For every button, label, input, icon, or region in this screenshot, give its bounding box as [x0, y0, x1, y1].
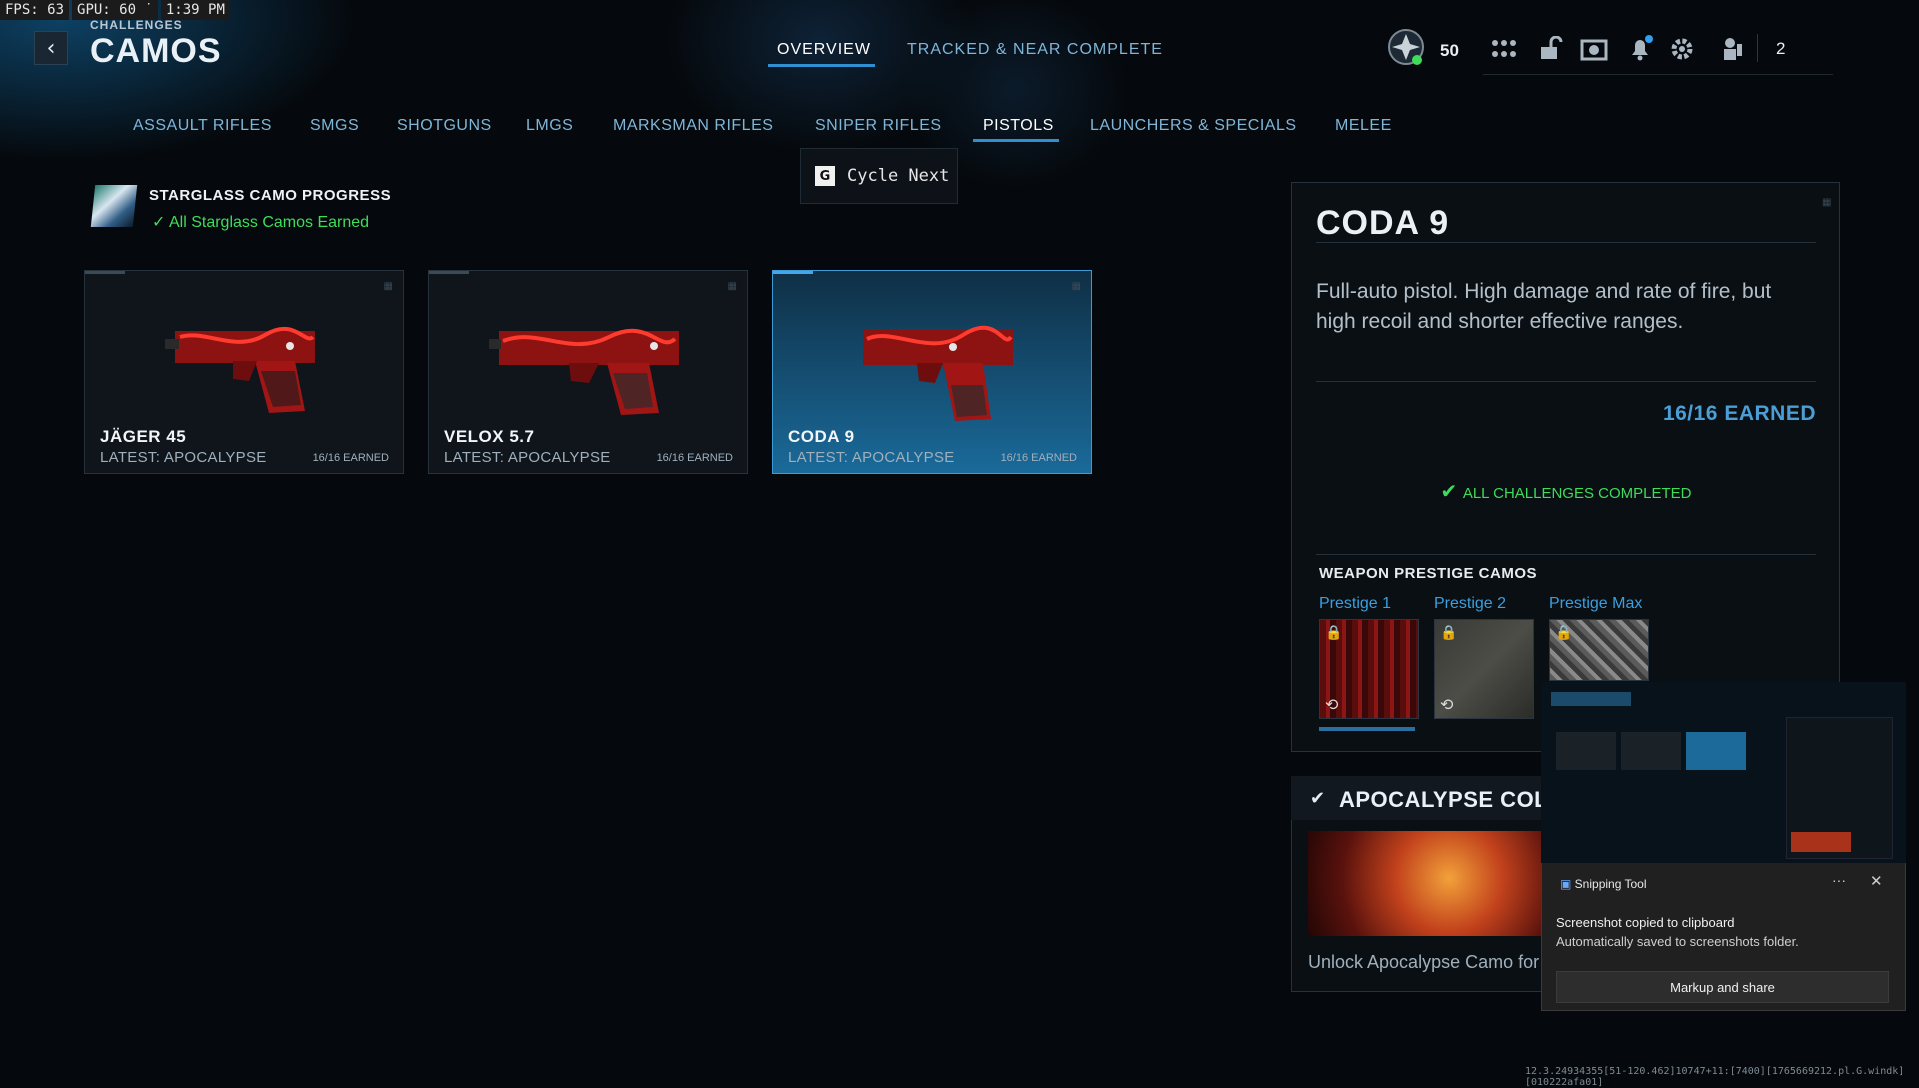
cycle-next-label: Cycle Next: [847, 166, 950, 186]
weapon-earned: 16/16 EARNED: [312, 452, 389, 464]
header-divider: [1757, 34, 1758, 62]
camera-icon[interactable]: [1580, 36, 1608, 62]
markup-and-share-button[interactable]: Markup and share: [1556, 971, 1889, 1003]
category-melee[interactable]: MELEE: [1335, 117, 1392, 135]
weapon-earned: 16/16 EARNED: [1000, 452, 1077, 464]
category-shotguns[interactable]: SHOTGUNS: [397, 117, 492, 135]
prestige-2-label: Prestige 2: [1434, 595, 1507, 612]
tab-overview[interactable]: OVERVIEW: [777, 41, 871, 59]
thumb-card: [1686, 732, 1746, 770]
keyboard-g-icon: G: [815, 166, 835, 186]
weapon-card-coda-9[interactable]: ▦ CODA 9 LATEST: APOCALYPSE 16/16 EARNED: [772, 270, 1092, 474]
breadcrumb: CHALLENGES: [90, 18, 183, 32]
page-title: CAMOS: [90, 32, 222, 70]
category-launchers-specials[interactable]: LAUNCHERS & SPECIALS: [1090, 117, 1297, 135]
weapon-latest-camo: LATEST: APOCALYPSE: [788, 449, 955, 466]
card-progress-bar: [429, 271, 469, 274]
lock-icon: 🔒: [1440, 625, 1458, 641]
screenshot-thumbnail[interactable]: [1541, 682, 1906, 863]
divider: [1316, 381, 1816, 382]
snipping-tool-icon: ▣: [1560, 877, 1575, 891]
prestige-2-camo[interactable]: 🔒 ⟲: [1434, 619, 1534, 719]
weapon-name: VELOX 5.7: [444, 427, 535, 446]
apps-grid-icon[interactable]: [1490, 38, 1518, 60]
tab-overview-underline: [768, 64, 875, 67]
prestige-emblem-icon: ⟲: [1440, 695, 1454, 714]
detail-weapon-name: CODA 9: [1316, 204, 1450, 242]
starglass-title: STARGLASS CAMO PROGRESS: [149, 187, 392, 204]
category-pistols-underline: [973, 139, 1059, 142]
snipping-message: Screenshot copied to clipboard: [1556, 915, 1735, 930]
thumb-header: [1551, 692, 1631, 706]
challenges-completed: ✔ ALL CHALLENGES COMPLETED: [1440, 481, 1692, 503]
divider: [1316, 242, 1816, 243]
prestige-1-camo[interactable]: 🔒 ⟲: [1319, 619, 1419, 719]
card-progress-bar: [85, 271, 125, 274]
pistol-image: [489, 328, 679, 415]
prestige-heading: WEAPON PRESTIGE CAMOS: [1319, 565, 1538, 582]
grid-icon: ▦: [1822, 197, 1832, 208]
detail-description: Full-auto pistol. High damage and rate o…: [1316, 280, 1772, 333]
grid-icon: ▦: [383, 281, 393, 292]
pistol-image: [863, 325, 1013, 421]
card-progress-bar: [773, 271, 813, 274]
weapon-latest-camo: LATEST: APOCALYPSE: [444, 449, 611, 466]
tab-tracked-near-complete[interactable]: TRACKED & NEAR COMPLETE: [907, 41, 1163, 59]
close-icon[interactable]: ✕: [1870, 872, 1883, 890]
header-rule: [1483, 74, 1833, 75]
category-assault-rifles[interactable]: ASSAULT RIFLES: [133, 117, 272, 135]
build-string: 12.3.24934355[51-120.462]10747+11:[7400]…: [1525, 1066, 1905, 1088]
divider: [1316, 554, 1816, 555]
category-lmgs[interactable]: LMGS: [526, 117, 573, 135]
check-icon: ✔: [1440, 481, 1463, 503]
prestige-max-camo[interactable]: 🔒: [1549, 619, 1649, 681]
category-smgs[interactable]: SMGS: [310, 117, 359, 135]
thumb-artwork: [1791, 832, 1851, 852]
prestige-max-label: Prestige Max: [1549, 595, 1643, 612]
check-icon: ✔: [1310, 788, 1326, 809]
detail-earned: 16/16 EARNED: [1662, 402, 1816, 425]
category-marksman-rifles[interactable]: MARKSMAN RIFLES: [613, 117, 773, 135]
unlock-icon[interactable]: [1537, 35, 1563, 62]
pistol-image: [165, 326, 315, 413]
collection-description: Unlock Apocalypse Camo for any: [1308, 952, 1574, 972]
starglass-camo-icon: [90, 185, 138, 227]
performance-overlay: FPS: 63 GPU: 60 ˙ 1:39 PM: [0, 0, 230, 20]
snipping-tool-app-name: ▣ Snipping Tool: [1560, 877, 1647, 891]
weapon-name: JÄGER 45: [100, 427, 187, 446]
fps-counter: FPS: 63: [0, 0, 70, 20]
prestige-emblem-icon: ⟲: [1325, 695, 1339, 714]
prestige-1-label: Prestige 1: [1319, 595, 1392, 612]
weapon-card-velox-5-7[interactable]: ▦ VELOX 5.7 LATEST: APOCALYPSE 16/16 EAR…: [428, 270, 748, 474]
category-pistols[interactable]: PISTOLS: [983, 117, 1054, 135]
gpu-counter: GPU: 60 ˙: [72, 0, 158, 20]
thumb-card: [1556, 732, 1616, 770]
starglass-status: ✓ All Starglass Camos Earned: [152, 214, 370, 231]
lock-icon: 🔒: [1555, 625, 1573, 641]
rank-emblem-icon[interactable]: [1386, 27, 1426, 67]
weapon-card-jager-45[interactable]: ▦ JÄGER 45 LATEST: APOCALYPSE 16/16 EARN…: [84, 270, 404, 474]
category-sniper-rifles[interactable]: SNIPER RIFLES: [815, 117, 942, 135]
cycle-next-prompt[interactable]: G Cycle Next: [800, 148, 958, 204]
bell-icon[interactable]: [1626, 34, 1654, 62]
back-button[interactable]: ‹: [34, 31, 68, 65]
party-count: 2: [1776, 39, 1786, 58]
rank-level: 50: [1440, 41, 1459, 60]
snipping-submessage: Automatically saved to screenshots folde…: [1556, 934, 1799, 949]
gear-icon[interactable]: [1669, 36, 1695, 62]
lock-icon: 🔒: [1325, 625, 1343, 641]
grid-icon: ▦: [727, 281, 737, 292]
prestige-progress-bar: [1319, 727, 1415, 731]
collection-artwork: [1308, 831, 1543, 936]
party-icon[interactable]: [1721, 36, 1745, 62]
clock: 1:39 PM: [160, 0, 230, 20]
grid-icon: ▦: [1071, 281, 1081, 292]
check-icon: ✓: [152, 214, 169, 231]
more-options-icon[interactable]: ···: [1832, 872, 1846, 888]
weapon-latest-camo: LATEST: APOCALYPSE: [100, 449, 267, 466]
weapon-earned: 16/16 EARNED: [656, 452, 733, 464]
thumb-card: [1621, 732, 1681, 770]
weapon-name: CODA 9: [788, 427, 855, 446]
chevron-left-icon: ‹: [46, 35, 56, 61]
